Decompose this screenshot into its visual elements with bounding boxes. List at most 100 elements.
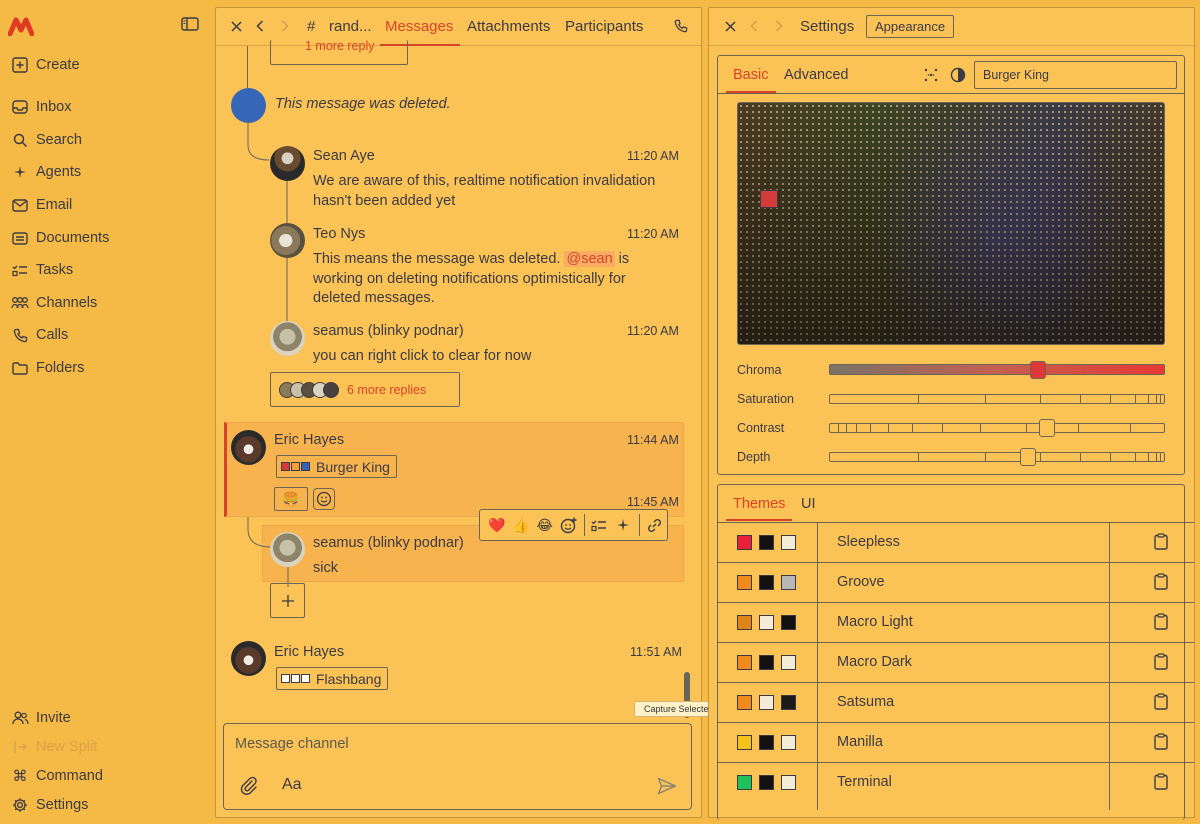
theme-name: Macro Light (837, 614, 913, 630)
tab-basic[interactable]: Basic (733, 67, 768, 83)
sidebar-item-folders[interactable]: Folders (10, 356, 84, 380)
sidebar-item-label: Folders (36, 360, 85, 376)
contrast-icon[interactable] (950, 67, 966, 86)
app-logo[interactable] (7, 16, 35, 37)
theme-name-input[interactable]: Burger King (974, 61, 1177, 89)
reaction-thumbs-up[interactable]: 👍 (510, 514, 532, 536)
avatar[interactable] (270, 223, 305, 258)
sidebar-item-create[interactable]: Create (10, 53, 80, 77)
add-emoji-icon[interactable] (558, 514, 580, 536)
clipboard-icon[interactable] (1154, 693, 1168, 713)
theme-chip[interactable]: Burger King (276, 455, 397, 478)
color-picker-field[interactable] (737, 102, 1165, 345)
sidebar-item-new-split[interactable]: New Split (10, 735, 97, 759)
clipboard-icon[interactable] (1154, 733, 1168, 753)
clipboard-icon[interactable] (1154, 773, 1168, 793)
depth-slider-thumb[interactable] (1020, 448, 1036, 466)
saturation-slider[interactable] (829, 394, 1165, 404)
tab-ui[interactable]: UI (801, 496, 816, 512)
close-icon[interactable] (722, 18, 738, 34)
message-author[interactable]: Sean Aye (313, 148, 375, 164)
clipboard-icon[interactable] (1154, 653, 1168, 673)
clipboard-icon[interactable] (1154, 533, 1168, 553)
sidebar-item-channels[interactable]: Channels (10, 291, 97, 315)
message-author[interactable]: seamus (blinky podnar) (313, 323, 464, 339)
forward-icon[interactable] (277, 18, 293, 34)
theme-row[interactable]: Manilla (718, 722, 1194, 762)
randomize-icon[interactable] (924, 68, 938, 85)
slider-tick (1148, 453, 1149, 461)
attachment-icon[interactable] (240, 776, 258, 799)
sidebar-item-email[interactable]: Email (10, 193, 72, 217)
message-text: you can right click to clear for now (313, 348, 532, 364)
slider-tick (1040, 395, 1041, 403)
slider-tick (985, 395, 986, 403)
message-author[interactable]: seamus (blinky podnar) (313, 535, 464, 551)
sparkle-icon[interactable] (612, 514, 634, 536)
tasks-icon[interactable] (588, 514, 610, 536)
clipboard-icon[interactable] (1154, 573, 1168, 593)
send-icon[interactable] (657, 777, 677, 798)
clipboard-icon[interactable] (1154, 613, 1168, 633)
sidebar-item-tasks[interactable]: Tasks (10, 258, 73, 282)
theme-row[interactable]: Terminal (718, 762, 1194, 802)
theme-row[interactable]: Macro Dark (718, 642, 1194, 682)
depth-slider[interactable] (829, 452, 1165, 462)
mention-link[interactable]: @sean (564, 251, 615, 267)
chroma-slider[interactable] (829, 364, 1165, 375)
theme-row[interactable]: Satsuma (718, 682, 1194, 722)
theme-row[interactable]: Sleepless (718, 522, 1194, 562)
sidebar-item-invite[interactable]: Invite (10, 706, 71, 730)
tab-themes[interactable]: Themes (733, 496, 785, 512)
sidebar-toggle-icon[interactable] (181, 17, 199, 33)
avatar[interactable] (231, 88, 266, 123)
avatar[interactable] (270, 532, 305, 567)
phone-icon[interactable] (673, 18, 689, 34)
sidebar-item-label: Calls (36, 327, 69, 343)
contrast-slider-thumb[interactable] (1039, 419, 1055, 437)
sidebar-item-calls[interactable]: Calls (10, 323, 68, 347)
link-icon[interactable] (643, 514, 665, 536)
add-reply-button[interactable] (270, 583, 305, 618)
swatch (301, 674, 310, 683)
avatar[interactable] (270, 321, 305, 356)
sidebar-item-agents[interactable]: Agents (10, 160, 81, 184)
theme-row[interactable]: Groove (718, 562, 1194, 602)
tab-attachments[interactable]: Attachments (467, 18, 550, 35)
tab-messages[interactable]: Messages (385, 18, 453, 35)
sidebar-item-settings[interactable]: Settings (10, 793, 88, 817)
contrast-slider[interactable] (829, 423, 1165, 433)
sidebar-item-command[interactable]: ⌘ Command (10, 764, 103, 788)
back-icon[interactable] (252, 18, 268, 34)
sidebar-item-documents[interactable]: Documents (10, 226, 109, 250)
theme-row[interactable]: Macro Light (718, 602, 1194, 642)
message-author[interactable]: Teo Nys (313, 226, 365, 242)
reaction-laugh[interactable]: 😂 (534, 514, 556, 536)
reaction-burger[interactable]: 🍔 (274, 487, 308, 511)
tab-participants[interactable]: Participants (565, 18, 643, 35)
message-author[interactable]: Eric Hayes (274, 644, 344, 660)
chroma-slider-thumb[interactable] (1030, 361, 1046, 379)
message-input[interactable] (235, 736, 675, 752)
channel-name[interactable]: rand... (329, 18, 372, 35)
avatar[interactable] (231, 641, 266, 676)
close-icon[interactable] (228, 18, 244, 34)
sidebar-item-inbox[interactable]: Inbox (10, 95, 71, 119)
text-format-icon[interactable]: Aa (282, 776, 302, 794)
sidebar-item-search[interactable]: Search (10, 128, 82, 152)
message-author[interactable]: Eric Hayes (274, 432, 344, 448)
back-icon[interactable] (746, 18, 762, 34)
reaction-heart[interactable]: ❤️ (486, 514, 508, 536)
theme-swatch (737, 535, 752, 550)
add-reaction-icon[interactable] (313, 488, 335, 510)
slider-tick (1148, 395, 1149, 403)
tab-advanced[interactable]: Advanced (784, 67, 849, 83)
more-replies-box[interactable]: 1 more reply (270, 39, 408, 65)
avatar[interactable] (231, 430, 266, 465)
theme-chip[interactable]: Flashbang (276, 667, 389, 690)
breadcrumb-appearance[interactable]: Appearance (866, 15, 955, 38)
forward-icon[interactable] (771, 18, 787, 34)
avatar[interactable] (270, 146, 305, 181)
color-picker-handle[interactable] (760, 190, 778, 208)
more-replies-box[interactable]: 6 more replies (270, 372, 460, 407)
